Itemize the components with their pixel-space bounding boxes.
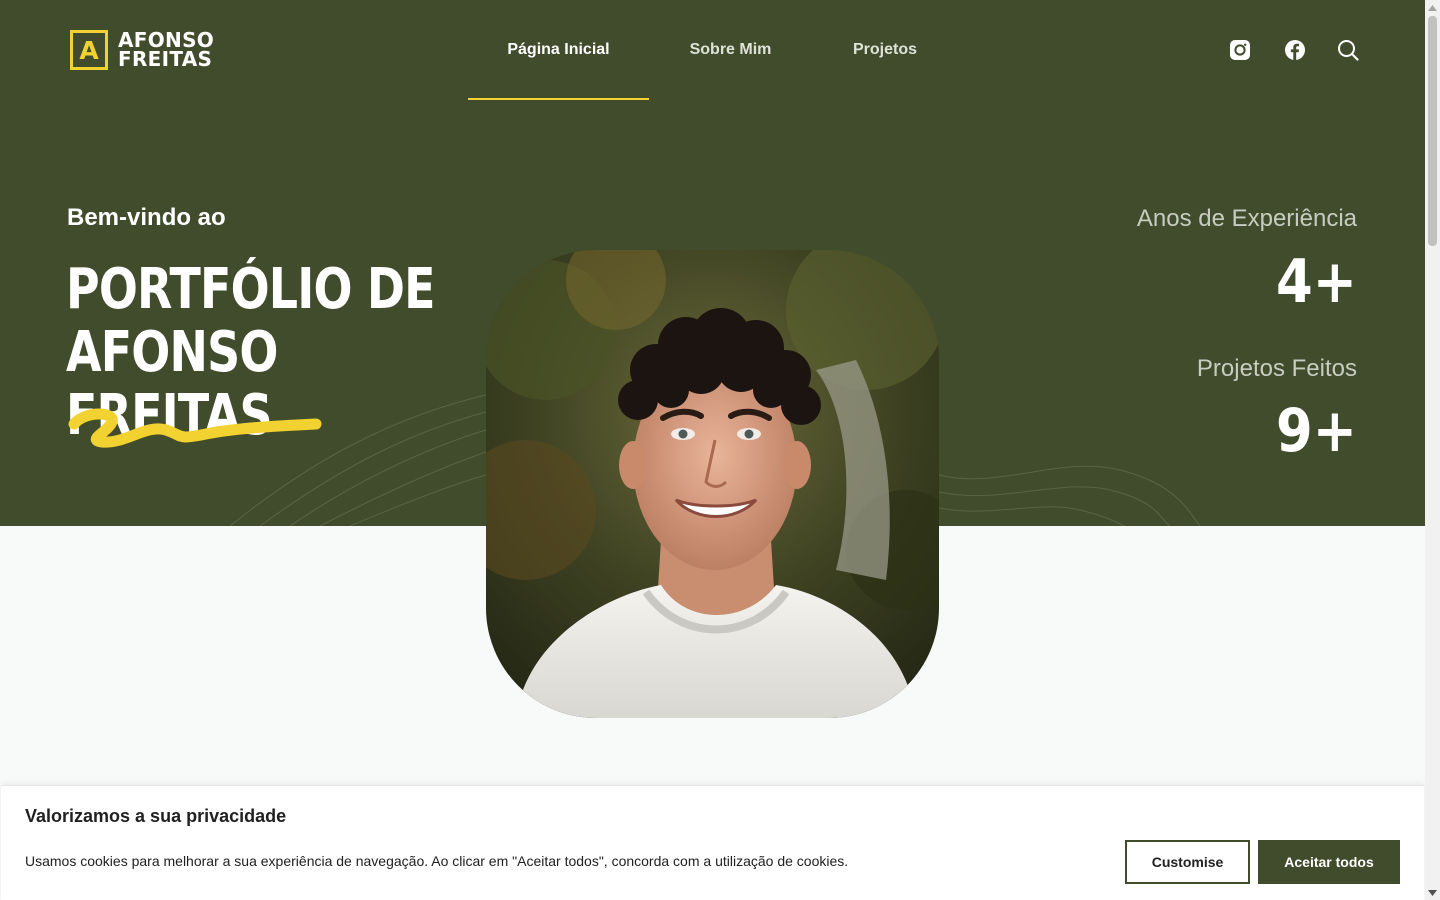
logo-wordmark: AFONSO FREITAS: [118, 30, 214, 71]
scrollbar-thumb[interactable]: [1428, 16, 1437, 246]
stat-label-experience: Anos de Experiência: [1136, 205, 1357, 232]
cookie-banner: Valorizamos a sua privacidade Usamos coo…: [1, 785, 1424, 900]
scroll-up-arrow-icon[interactable]: [1425, 0, 1440, 15]
hero-title-line-1: PORTFÓLIO DE: [66, 257, 436, 322]
page: A AFONSO FREITAS Página Inicial Sobre Mi…: [0, 0, 1425, 900]
accept-all-button[interactable]: Aceitar todos: [1258, 840, 1400, 884]
main-nav: Página Inicial Sobre Mim Projetos: [468, 0, 958, 100]
search-icon[interactable]: [1336, 38, 1360, 62]
stat-value-experience: 4+: [1276, 247, 1357, 317]
instagram-icon[interactable]: [1228, 38, 1252, 62]
vertical-scrollbar[interactable]: [1425, 0, 1440, 900]
nav-item-sobre-mim[interactable]: Sobre Mim: [649, 0, 812, 100]
nav-item-projetos[interactable]: Projetos: [812, 0, 958, 100]
logo-mark: A: [70, 30, 108, 70]
welcome-text: Bem-vindo ao: [67, 204, 226, 231]
stat-value-projects: 9+: [1276, 396, 1357, 466]
cookie-banner-text: Usamos cookies para melhorar a sua exper…: [25, 853, 849, 869]
yellow-scribble-decoration: [68, 408, 322, 448]
cookie-banner-title: Valorizamos a sua privacidade: [25, 806, 287, 826]
customise-button[interactable]: Customise: [1125, 840, 1250, 884]
scroll-down-arrow-icon[interactable]: [1425, 885, 1440, 900]
facebook-icon[interactable]: [1283, 38, 1307, 62]
stat-label-projects: Projetos Feitos: [1196, 355, 1357, 382]
site-logo[interactable]: A AFONSO FREITAS: [70, 30, 214, 70]
logo-line-2: FREITAS: [118, 47, 213, 71]
nav-item-pagina-inicial[interactable]: Página Inicial: [468, 0, 649, 100]
profile-photo: [486, 250, 939, 718]
